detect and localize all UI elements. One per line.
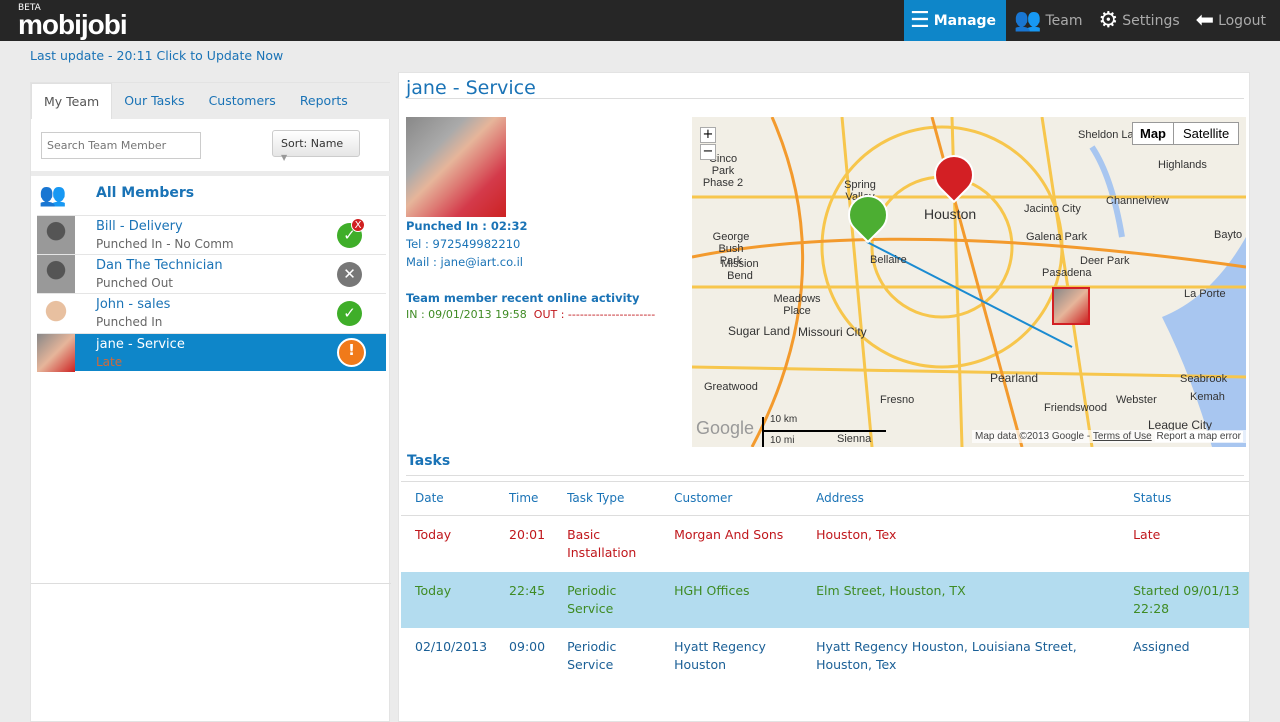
- caret-down-icon: ▼: [281, 153, 288, 162]
- divider: [31, 583, 391, 584]
- phone-text: Tel : 972549982210: [406, 237, 521, 251]
- member-photo: [406, 117, 506, 217]
- gear-icon: ⚙: [1098, 8, 1119, 33]
- google-logo: Google: [696, 418, 755, 438]
- tab-my-team[interactable]: My Team: [31, 83, 113, 119]
- map-type-satellite[interactable]: Satellite: [1174, 123, 1238, 144]
- map-scale: 10 km 10 mi: [762, 414, 886, 447]
- member-row[interactable]: John - sales Punched In ✓: [37, 293, 386, 332]
- task-row[interactable]: Today 22:45 Periodic Service HGH Offices Elm…: [401, 572, 1249, 628]
- tab-reports[interactable]: Reports: [288, 83, 360, 119]
- x-icon: ✕: [337, 262, 362, 287]
- terms-link[interactable]: Terms of Use: [1093, 431, 1152, 442]
- pin-member-jane[interactable]: [1052, 287, 1090, 325]
- sidebar-tabs: My Team Our Tasks Customers Reports: [31, 83, 391, 119]
- nav-team[interactable]: 👥 Team: [1006, 0, 1090, 41]
- report-link[interactable]: Report a map error: [1154, 431, 1243, 442]
- nav-manage[interactable]: ☰ Manage: [904, 0, 1007, 41]
- tasks-title: Tasks: [407, 453, 451, 469]
- map-type-toggle: Map Satellite: [1132, 122, 1240, 145]
- map-type-map[interactable]: Map: [1133, 123, 1174, 144]
- avatar: [37, 216, 75, 254]
- nav-settings[interactable]: ⚙ Settings: [1090, 0, 1187, 41]
- task-row[interactable]: 02/10/2013 09:00 Periodic Service Hyatt Reg…: [401, 628, 1249, 684]
- arrow-left-icon: ⬅: [1195, 8, 1215, 33]
- divider: [406, 98, 1244, 99]
- member-detail-panel: jane - Service Punched In : 02:32 Tel : …: [398, 72, 1250, 722]
- alert-icon: !: [337, 338, 366, 367]
- activity-line: IN : 09/01/2013 19:58 OUT : ------------…: [406, 308, 656, 321]
- zoom-in-button[interactable]: +: [700, 127, 716, 143]
- avatar: [37, 255, 75, 293]
- punched-in-text: Punched In : 02:32: [406, 219, 528, 233]
- list-icon: ☰: [910, 8, 930, 33]
- member-row-selected[interactable]: jane - Service Late !: [37, 333, 386, 372]
- map[interactable]: Sheldon Lake State Park Highlands Channe…: [692, 117, 1246, 447]
- zoom-out-button[interactable]: −: [700, 144, 716, 160]
- tab-customers[interactable]: Customers: [197, 83, 288, 119]
- map-attribution: Map data ©2013 Google - Terms of Use Rep…: [971, 430, 1246, 443]
- avatar: [37, 294, 75, 332]
- update-link[interactable]: Last update - 20:11 Click to Update Now: [30, 48, 283, 63]
- top-bar: BETA mobijobi ☰ Manage 👥 Team ⚙ Settings ⬅ Lo…: [0, 0, 1280, 41]
- all-members-link[interactable]: All Members: [96, 185, 194, 201]
- sort-dropdown[interactable]: Sort: Name ▼: [272, 130, 360, 162]
- team-panel: My Team Our Tasks Customers Reports Sort…: [30, 82, 391, 722]
- nav-logout[interactable]: ⬅ Logout: [1188, 0, 1280, 41]
- divider: [406, 475, 1244, 476]
- error-icon: X: [351, 218, 365, 232]
- team-icon: 👥: [1014, 8, 1042, 33]
- tab-our-tasks[interactable]: Our Tasks: [112, 83, 196, 119]
- team-icon: 👥: [39, 183, 67, 208]
- activity-title: Team member recent online activity: [406, 291, 640, 305]
- member-row[interactable]: Bill - Delivery Punched In - No Comm ✓ X: [37, 215, 386, 254]
- divider: [31, 171, 391, 176]
- check-icon: ✓: [337, 301, 362, 326]
- mail-text: Mail : jane@iart.co.il: [406, 255, 523, 269]
- task-row[interactable]: Today 20:01 Basic Installation Morgan And S…: [401, 516, 1249, 573]
- tasks-table: Date Time Task Type Customer Address Sta…: [401, 481, 1249, 684]
- search-team-input[interactable]: [41, 132, 201, 159]
- avatar: [37, 334, 75, 372]
- main-nav: ☰ Manage 👥 Team ⚙ Settings ⬅ Logout: [904, 0, 1280, 41]
- page-title: jane - Service: [406, 77, 536, 99]
- member-row[interactable]: Dan The Technician Punched Out ✕: [37, 254, 386, 293]
